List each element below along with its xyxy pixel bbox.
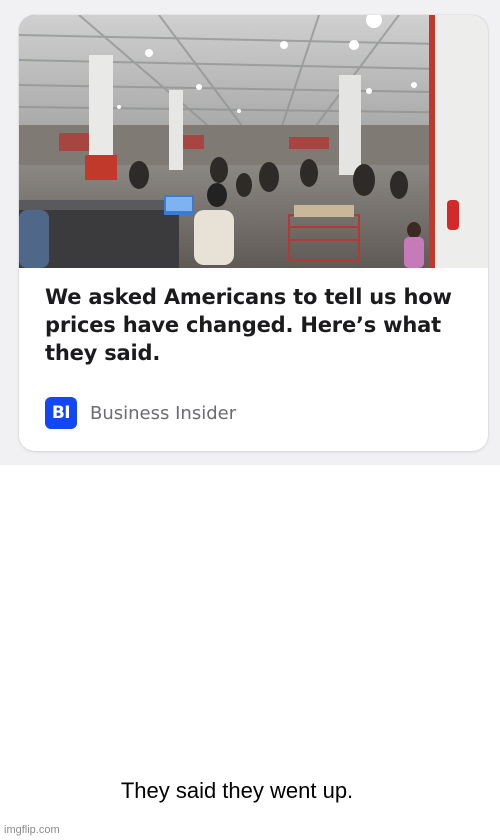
business-insider-logo-icon: BI [45,397,77,429]
article-source: BI Business Insider [45,397,236,429]
article-headline[interactable]: We asked Americans to tell us how prices… [45,283,465,367]
article-card[interactable]: We asked Americans to tell us how prices… [19,15,488,451]
source-name: Business Insider [90,402,237,424]
article-photo [19,15,488,268]
meme-caption: They said they went up. [120,778,354,803]
imgflip-watermark: imgflip.com [4,824,60,836]
article-preview-area: We asked Americans to tell us how prices… [0,0,500,465]
